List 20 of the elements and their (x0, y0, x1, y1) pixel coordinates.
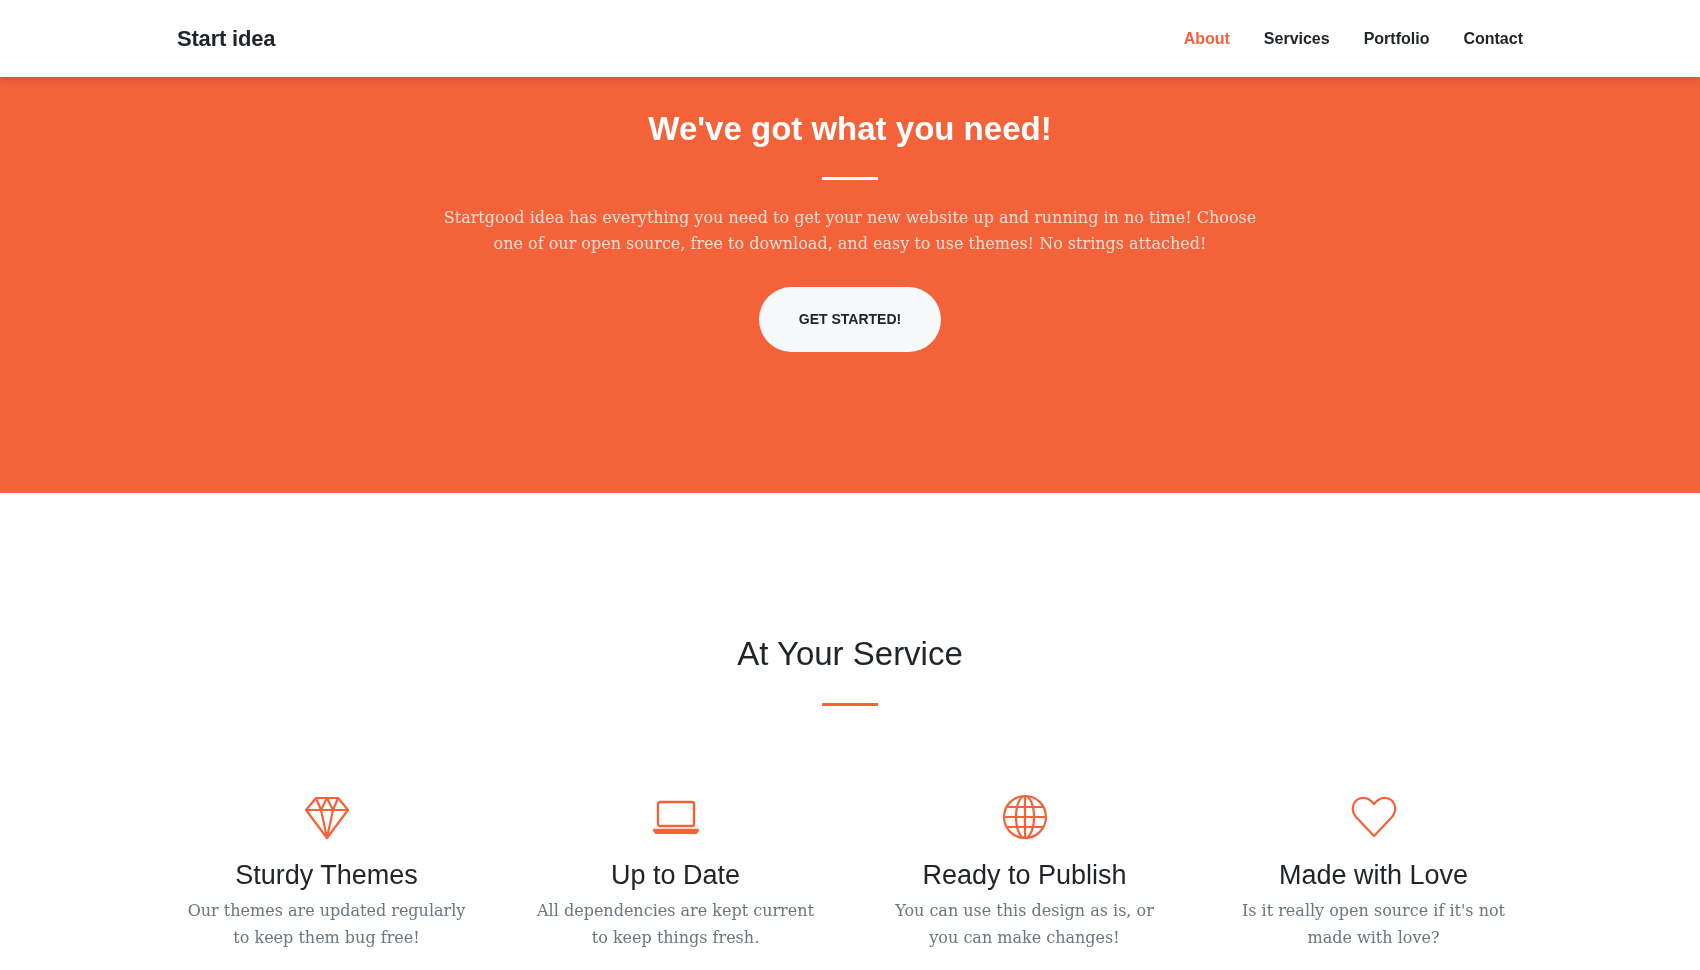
service-title: Made with Love (1278, 859, 1469, 892)
hero-text: Startgood idea has everything you need to get your new website up and running in no time! Choose one of our open source, free to download, and easy to use themes! No strings attached! (442, 207, 1258, 255)
section-title: At Your Service (737, 634, 963, 674)
service-title: Sturdy Themes (235, 859, 418, 892)
service-text: You can use this design as is, or you can make changes! (894, 900, 1155, 949)
service-text: Is it really open source if it's not made with love? (1240, 900, 1506, 949)
service-text: Our themes are updated regularly to keep them bug free! (186, 900, 467, 949)
nav-link[interactable]: Portfolio (1363, 26, 1430, 51)
globe-icon (1001, 794, 1048, 840)
service-title: Ready to Publish (922, 859, 1127, 892)
nav-link[interactable]: Contact (1463, 26, 1523, 51)
get-started-button[interactable]: GET STARTED! (759, 287, 941, 352)
heart-icon (1350, 796, 1397, 838)
laptop-icon (652, 800, 699, 834)
diamond-icon (303, 794, 350, 840)
service-text: All dependencies are kept current to keep things fresh. (536, 900, 815, 949)
hero-title: We've got what you need! (648, 109, 1052, 149)
service-title: Up to Date (610, 859, 741, 892)
brand-link[interactable]: Start idea (177, 22, 276, 55)
nav-link[interactable]: Services (1263, 26, 1330, 51)
